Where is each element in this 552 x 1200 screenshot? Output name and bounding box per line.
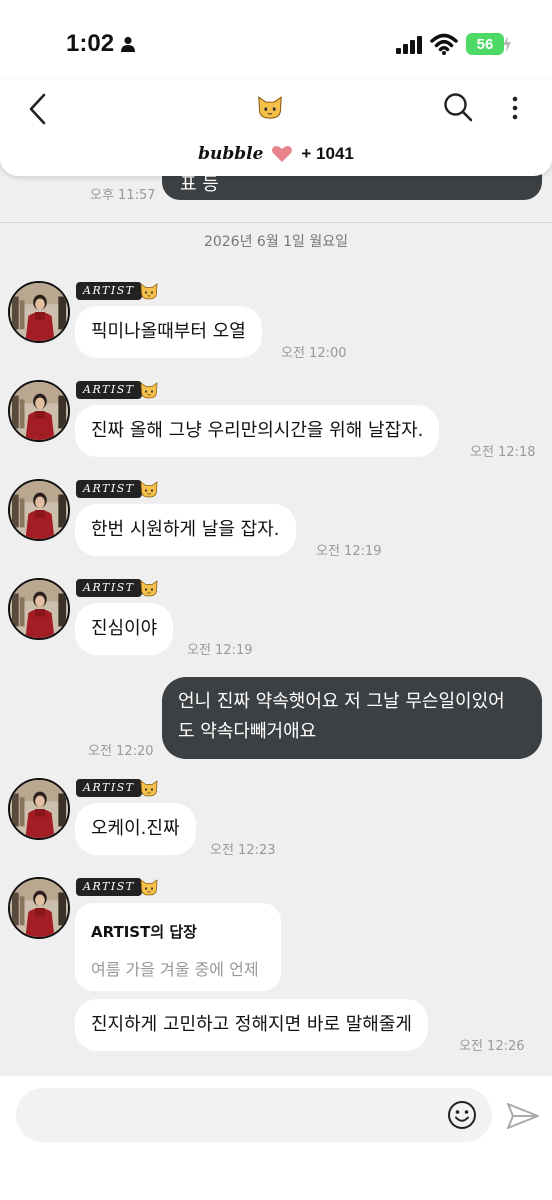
reply-quoted-text: 여름 가을 겨울 중에 언제 [91, 960, 259, 979]
incoming-message-bubble[interactable]: 진지하게 고민하고 정해지면 바로 말해줄게 [75, 999, 428, 1051]
incoming-message-bubble[interactable]: 오케이.진짜 [75, 803, 196, 855]
emoji-icon[interactable] [447, 1100, 477, 1130]
incoming-message-bubble[interactable]: 진짜 올해 그냥 우리만의시간을 위해 날잡자. [75, 405, 440, 457]
cat-emoji-icon [139, 480, 159, 498]
artist-avatar[interactable] [8, 778, 70, 840]
artist-name-tag: ARTIST [76, 381, 142, 399]
message-time: 오전 12:23 [210, 843, 276, 858]
cat-emoji-icon [139, 381, 159, 399]
message-text: 진심이야 [91, 618, 158, 639]
artist-name-tag: ARTIST [76, 878, 142, 896]
back-chevron-icon[interactable] [26, 92, 50, 126]
chat-header: bubble + 1041 [0, 80, 552, 176]
artist-avatar[interactable] [8, 380, 70, 442]
message-time: 오전 12:00 [281, 346, 347, 361]
message-time: 오전 12:19 [187, 643, 253, 658]
message-text: 표 등 [180, 174, 219, 195]
message-time: 오전 12:18 [470, 445, 536, 460]
artist-name-tag: ARTIST [76, 282, 142, 300]
cat-emoji-icon [139, 779, 159, 797]
message-text: 진지하게 고민하고 정해지면 바로 말해줄게 [91, 1014, 412, 1035]
charging-bolt-icon [503, 36, 511, 52]
message-time: 오후 11:57 [90, 188, 156, 203]
wifi-icon [430, 33, 458, 55]
signal-icon [396, 36, 422, 54]
message-text: 진짜 올해 그냥 우리만의시간을 위해 날잡자. [91, 420, 424, 441]
heart-icon [272, 145, 293, 162]
message-time: 오전 12:26 [459, 1039, 525, 1054]
search-icon[interactable] [443, 92, 473, 122]
incoming-message-bubble[interactable]: 진심이야 [75, 603, 174, 655]
battery-indicator: 56 [466, 33, 504, 55]
more-options-icon[interactable] [505, 94, 525, 122]
artist-name-tag: ARTIST [76, 480, 142, 498]
artist-avatar[interactable] [8, 479, 70, 541]
cat-emoji-icon [139, 282, 159, 300]
artist-name-tag: ARTIST [76, 579, 142, 597]
artist-avatar[interactable] [8, 281, 70, 343]
divider [0, 222, 552, 223]
message-input[interactable] [16, 1088, 492, 1142]
bubble-count-row: bubble + 1041 [0, 144, 552, 164]
message-time: 오전 12:20 [88, 744, 154, 759]
artist-name-tag: ARTIST [76, 779, 142, 797]
message-text-line-1: 언니 진짜 약속햇어요 저 그날 무슨일이있어 [178, 691, 505, 712]
status-time: 1:02 [66, 30, 115, 57]
send-icon[interactable] [506, 1101, 540, 1131]
message-text: 한번 시원하게 날을 잡자. [91, 519, 280, 540]
message-time: 오전 12:19 [316, 544, 382, 559]
message-text: 픽미나올때부터 오열 [91, 321, 246, 342]
status-bar: 1:02 56 [0, 0, 552, 80]
artist-avatar[interactable] [8, 578, 70, 640]
message-text-line-2: 도 약속다빼거애요 [178, 721, 317, 742]
reply-quote-card[interactable]: ARTIST의 답장 여름 가을 겨울 중에 언제 [75, 903, 281, 991]
date-divider: 2026년 6월 1일 월요일 [203, 234, 349, 250]
reply-title: ARTIST의 답장 [91, 923, 197, 941]
artist-avatar[interactable] [8, 877, 70, 939]
incoming-message-bubble[interactable]: 한번 시원하게 날을 잡자. [75, 504, 296, 556]
cat-emoji-icon [139, 878, 159, 896]
incoming-message-bubble[interactable]: 픽미나올때부터 오열 [75, 306, 262, 358]
outgoing-message-bubble[interactable]: 언니 진짜 약속햇어요 저 그날 무슨일이있어 도 약속다빼거애요 [162, 677, 542, 759]
bubble-count: + 1041 [301, 144, 354, 163]
message-input-area [0, 1076, 552, 1200]
cat-emoji-icon [139, 579, 159, 597]
cat-emoji-icon [256, 94, 284, 120]
person-icon [121, 36, 135, 52]
message-text: 오케이.진짜 [91, 818, 180, 839]
bubble-logo: bubble [198, 144, 264, 164]
